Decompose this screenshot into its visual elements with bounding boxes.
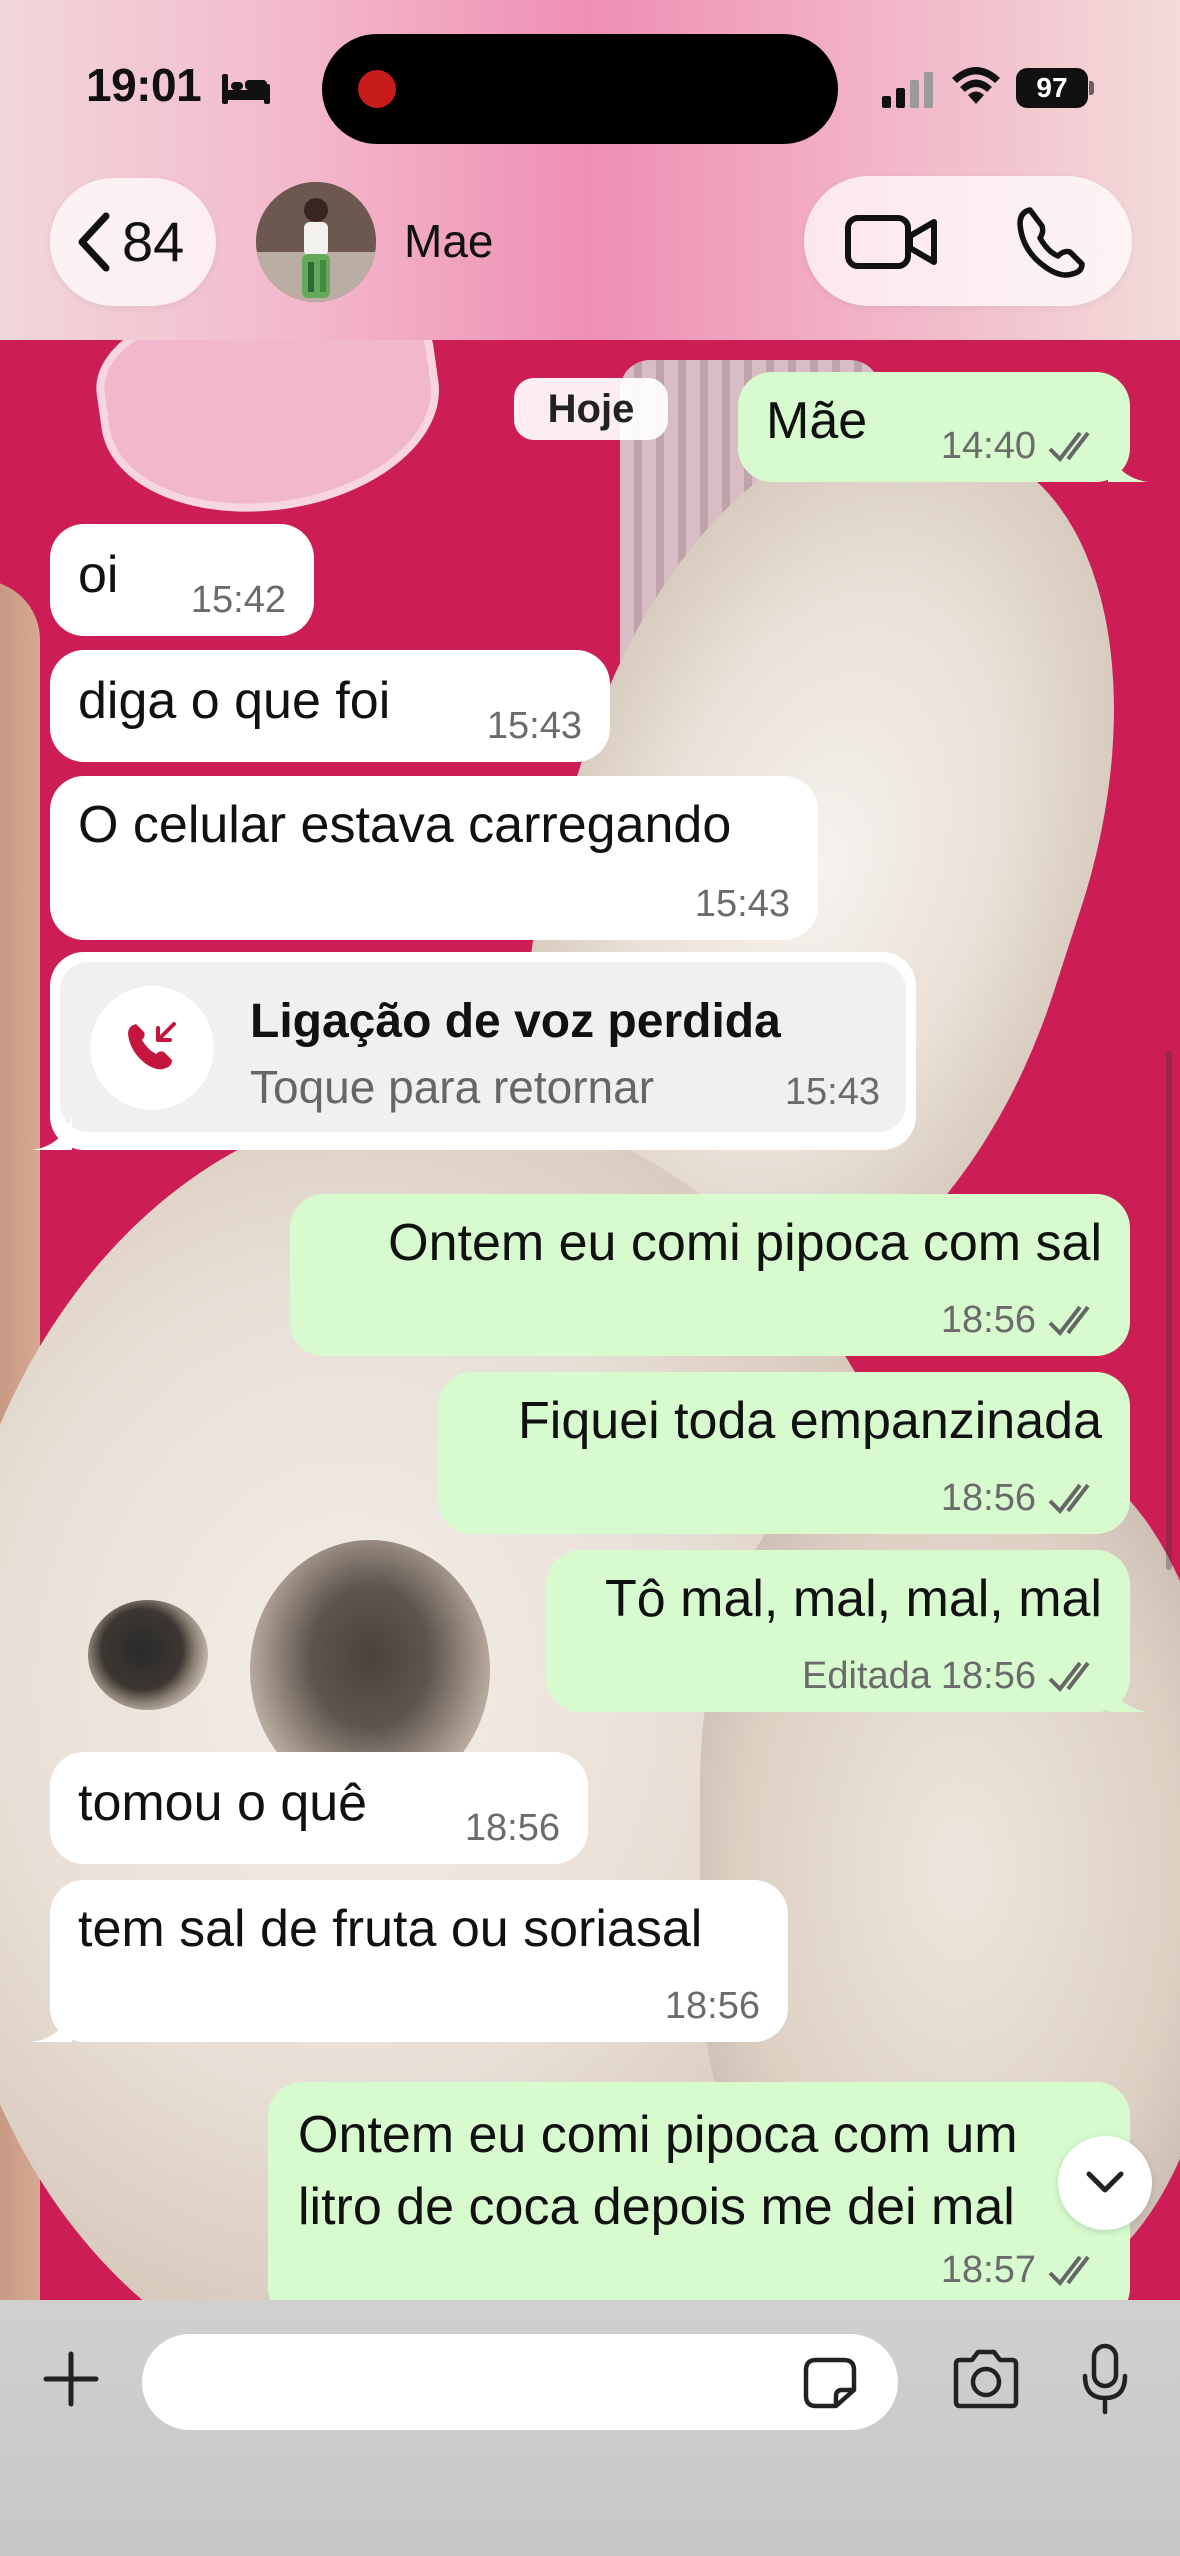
battery-icon: 97	[1016, 68, 1094, 108]
camera-icon[interactable]	[950, 2348, 1022, 2410]
incoming-message[interactable]: O celular estava carregando 15:43	[50, 776, 818, 940]
double-check-read-icon	[1048, 1661, 1090, 1693]
message-time: 15:43	[486, 705, 582, 747]
outgoing-message[interactable]: Ontem eu comi pipoca com um litro de coc…	[268, 2082, 1130, 2322]
missed-call-icon	[128, 1022, 176, 1070]
message-text: Mãe	[766, 392, 868, 450]
message-text: oi	[78, 546, 119, 604]
message-time: 18:56	[940, 1477, 1036, 1519]
recording-indicator-icon	[358, 70, 396, 108]
avatar-photo	[256, 182, 376, 302]
missed-call-title: Ligação de voz perdida	[250, 995, 781, 1048]
message-text: Ontem eu comi pipoca com um	[298, 2106, 1018, 2164]
chevron-down-icon	[1086, 2171, 1124, 2193]
message-text: Ontem eu comi pipoca com sal	[388, 1214, 1102, 1272]
message-time: 15:42	[190, 579, 286, 621]
message-time: 15:43	[694, 883, 790, 925]
unread-count: 84	[122, 210, 185, 273]
outgoing-message[interactable]: Mãe 14:40	[738, 372, 1148, 482]
message-time: 18:57	[940, 2249, 1036, 2291]
wifi-icon	[952, 67, 1000, 104]
message-text: diga o que foi	[78, 672, 391, 730]
contact-name[interactable]: Mae	[404, 214, 493, 268]
outgoing-message[interactable]: Ontem eu comi pipoca com sal 18:56	[290, 1194, 1130, 1356]
message-composer	[0, 2300, 1180, 2556]
sleep-focus-icon	[222, 74, 270, 104]
contact-avatar[interactable]	[256, 182, 376, 302]
battery-level: 97	[1016, 68, 1088, 108]
plus-icon[interactable]	[42, 2350, 100, 2408]
message-time: 15:43	[784, 1071, 880, 1113]
chevron-left-icon	[78, 212, 110, 272]
back-button[interactable]: 84	[50, 178, 216, 306]
double-check-read-icon	[1048, 1305, 1090, 1337]
double-check-read-icon	[1048, 2255, 1090, 2287]
incoming-message[interactable]: tem sal de fruta ou soriasal 18:56	[32, 1880, 788, 2042]
message-text: Tô mal, mal, mal, mal	[605, 1570, 1102, 1628]
scroll-to-bottom-button[interactable]	[1058, 2136, 1152, 2230]
outgoing-message[interactable]: Fiquei toda empanzinada 18:56	[438, 1372, 1130, 1534]
scroll-indicator[interactable]	[1166, 1050, 1172, 1570]
status-time: 19:01	[86, 59, 202, 111]
message-time: 18:56	[940, 1299, 1036, 1341]
incoming-message[interactable]: tomou o quê 18:56	[50, 1752, 588, 1864]
message-input[interactable]	[142, 2334, 898, 2430]
message-text: O celular estava carregando	[78, 796, 732, 854]
message-time: 18:56	[940, 1655, 1036, 1697]
microphone-icon[interactable]	[1080, 2342, 1130, 2416]
dynamic-island	[322, 34, 838, 144]
message-text: tomou o quê	[78, 1774, 368, 1832]
message-time: 14:40	[940, 425, 1036, 467]
chat-header: 19:01 97 84 Mae	[0, 0, 1180, 340]
phone-icon[interactable]	[1014, 206, 1088, 280]
message-time: 18:56	[464, 1807, 560, 1849]
double-check-read-icon	[1048, 431, 1090, 463]
cellular-signal-icon	[882, 72, 933, 108]
missed-call-subtitle: Toque para retornar	[250, 1061, 655, 1113]
edited-label: Editada	[802, 1655, 931, 1697]
incoming-message[interactable]: diga o que foi 15:43	[50, 650, 610, 762]
message-text: tem sal de fruta ou soriasal	[78, 1900, 703, 1958]
incoming-message[interactable]: oi 15:42	[50, 524, 314, 636]
message-text: Fiquei toda empanzinada	[518, 1392, 1102, 1450]
missed-call-message[interactable]: Ligação de voz perdida Toque para retorn…	[32, 952, 916, 1150]
message-time: 18:56	[664, 1985, 760, 2027]
call-actions	[804, 176, 1132, 306]
sticker-icon[interactable]	[802, 2356, 858, 2410]
double-check-read-icon	[1048, 1483, 1090, 1515]
outgoing-message[interactable]: Tô mal, mal, mal, mal Editada 18:56	[546, 1550, 1148, 1712]
video-camera-icon[interactable]	[844, 212, 938, 272]
message-text: litro de coca depois me dei mal	[298, 2178, 1015, 2236]
date-separator: Hoje	[514, 378, 668, 440]
